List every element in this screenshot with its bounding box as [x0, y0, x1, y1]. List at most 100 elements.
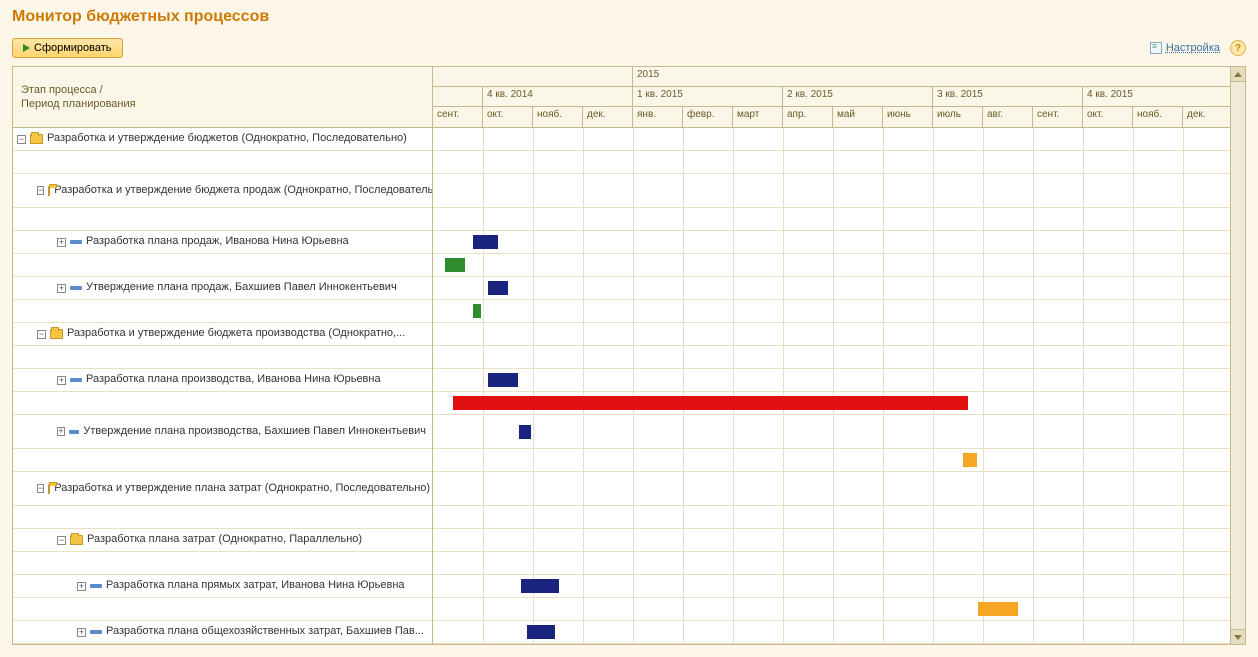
- timeline-row: [433, 472, 1230, 506]
- tree-toggle[interactable]: −: [17, 135, 26, 144]
- chevron-up-icon: [1234, 72, 1242, 77]
- gantt-bar[interactable]: [488, 373, 518, 387]
- month-header-cell: июнь: [883, 107, 933, 128]
- timeline-row: [433, 506, 1230, 529]
- settings-icon: [1150, 42, 1162, 54]
- quarter-header-cell: 3 кв. 2015: [933, 87, 1083, 106]
- folder-icon: [30, 134, 43, 144]
- tree-spacer-row: [13, 552, 432, 575]
- tree-row-label: Разработка плана общехозяйственных затра…: [106, 625, 424, 638]
- tree-row[interactable]: + Разработка плана производства, Иванова …: [13, 369, 432, 392]
- tree-toggle[interactable]: −: [57, 536, 66, 545]
- tree-spacer-row: [13, 392, 432, 415]
- folder-icon: [70, 535, 83, 545]
- tree-toggle[interactable]: +: [57, 284, 66, 293]
- tree-toggle[interactable]: −: [37, 484, 44, 493]
- tree-toggle[interactable]: −: [37, 330, 46, 339]
- left-body: −Разработка и утверждение бюджетов (Одно…: [13, 128, 432, 644]
- tree-toggle[interactable]: +: [57, 427, 65, 436]
- year-header-cell: 2015: [633, 67, 1230, 86]
- gantt-bar[interactable]: [521, 579, 559, 593]
- tree-row[interactable]: −Разработка и утверждение плана затрат (…: [13, 472, 432, 506]
- tree-toggle[interactable]: +: [77, 582, 86, 591]
- document-icon: [70, 240, 82, 244]
- gantt-bar[interactable]: [453, 396, 968, 410]
- month-header-cell: июль: [933, 107, 983, 128]
- toolbar: Сформировать Настройка ?: [0, 34, 1258, 66]
- tree-row-label: Разработка плана производства, Иванова Н…: [86, 373, 381, 386]
- folder-icon: [50, 329, 63, 339]
- quarter-header-cell: 4 кв. 2015: [1083, 87, 1230, 106]
- tree-toggle[interactable]: +: [57, 376, 66, 385]
- timeline-header: 2015 4 кв. 20141 кв. 20152 кв. 20153 кв.…: [433, 67, 1230, 128]
- document-icon: [90, 584, 102, 588]
- quarter-header-cell: 2 кв. 2015: [783, 87, 933, 106]
- timeline-row: [433, 277, 1230, 300]
- gantt-bar[interactable]: [978, 602, 1018, 616]
- timeline-row: [433, 231, 1230, 254]
- tree-spacer-row: [13, 300, 432, 323]
- timeline-row: [433, 552, 1230, 575]
- gantt-left-pane: Этап процесса / Период планирования −Раз…: [13, 67, 433, 644]
- month-header-cell: авг.: [983, 107, 1033, 128]
- tree-row[interactable]: −Разработка и утверждение бюджетов (Одно…: [13, 128, 432, 151]
- vertical-scrollbar[interactable]: [1230, 67, 1245, 644]
- left-column-header: Этап процесса / Период планирования: [13, 67, 432, 128]
- gantt-bar[interactable]: [445, 258, 465, 272]
- quarter-header-cell: 1 кв. 2015: [633, 87, 783, 106]
- timeline-row: [433, 128, 1230, 151]
- quarter-header-cell: [433, 87, 483, 106]
- tree-row[interactable]: + Разработка плана общехозяйственных затр…: [13, 621, 432, 644]
- tree-row[interactable]: +Разработка плана прямых затрат, Иванова…: [13, 575, 432, 598]
- scroll-up-button[interactable]: [1231, 67, 1245, 82]
- generate-button-label: Сформировать: [34, 42, 112, 54]
- tree-row-label: Разработка и утверждение бюджета продаж …: [54, 184, 432, 197]
- timeline-row: [433, 415, 1230, 449]
- page-title: Монитор бюджетных процессов: [0, 0, 1258, 34]
- gantt-bar[interactable]: [473, 304, 481, 318]
- tree-row[interactable]: +Утверждение плана производства, Бахшиев…: [13, 415, 432, 449]
- gantt-bar[interactable]: [527, 625, 555, 639]
- tree-toggle[interactable]: +: [57, 238, 66, 247]
- tree-row-label: Разработка плана затрат (Однократно, Пар…: [87, 533, 362, 546]
- tree-toggle[interactable]: +: [77, 628, 86, 637]
- month-header-cell: сент.: [1033, 107, 1083, 128]
- tree-row[interactable]: − Разработка плана затрат (Однократно, Па…: [13, 529, 432, 552]
- tree-row[interactable]: +Разработка плана продаж, Иванова Нина Ю…: [13, 231, 432, 254]
- gantt-bar[interactable]: [519, 425, 531, 439]
- year-header-cell: [433, 67, 633, 86]
- month-header-cell: апр.: [783, 107, 833, 128]
- folder-icon: [48, 484, 50, 494]
- tree-spacer-row: [13, 506, 432, 529]
- gantt-bar[interactable]: [963, 453, 977, 467]
- tree-toggle[interactable]: −: [37, 186, 44, 195]
- scroll-down-button[interactable]: [1231, 629, 1245, 644]
- timeline-row: [433, 346, 1230, 369]
- folder-icon: [48, 186, 50, 196]
- month-header-cell: окт.: [1083, 107, 1133, 128]
- tree-row[interactable]: − Разработка и утверждение бюджета продаж…: [13, 174, 432, 208]
- left-header-line1: Этап процесса /: [21, 84, 103, 96]
- month-header-cell: окт.: [483, 107, 533, 128]
- generate-button[interactable]: Сформировать: [12, 38, 123, 58]
- timeline-row: [433, 174, 1230, 208]
- help-icon[interactable]: ?: [1230, 40, 1246, 56]
- month-header-cell: янв.: [633, 107, 683, 128]
- settings-link-label: Настройка: [1166, 42, 1220, 54]
- gantt-bar[interactable]: [488, 281, 508, 295]
- month-header-cell: май: [833, 107, 883, 128]
- timeline-row: [433, 323, 1230, 346]
- timeline-row: [433, 449, 1230, 472]
- timeline-row: [433, 575, 1230, 598]
- tree-row[interactable]: −Разработка и утверждение бюджета произв…: [13, 323, 432, 346]
- document-icon: [70, 286, 82, 290]
- document-icon: [70, 378, 82, 382]
- gantt-table: Этап процесса / Период планирования −Раз…: [12, 66, 1246, 645]
- gantt-bar[interactable]: [473, 235, 498, 249]
- tree-row[interactable]: +Утверждение плана продаж, Бахшиев Павел…: [13, 277, 432, 300]
- gantt-right-pane: 2015 4 кв. 20141 кв. 20152 кв. 20153 кв.…: [433, 67, 1230, 644]
- quarter-header-cell: 4 кв. 2014: [483, 87, 633, 106]
- month-header-cell: март: [733, 107, 783, 128]
- timeline-row: [433, 392, 1230, 415]
- settings-link[interactable]: Настройка: [1150, 42, 1220, 54]
